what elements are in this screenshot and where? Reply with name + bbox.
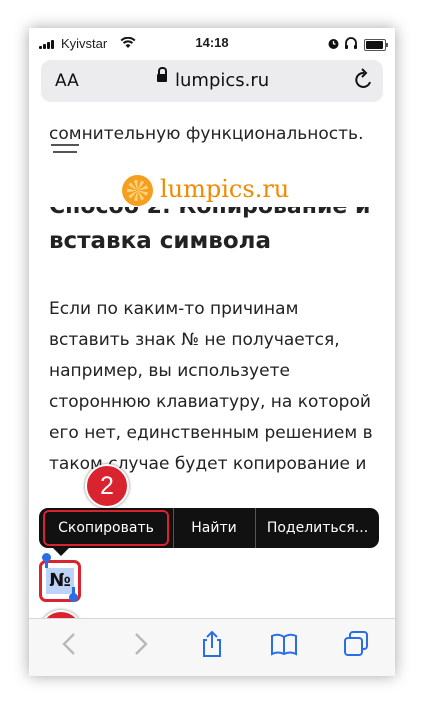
- tabs-icon[interactable]: [341, 629, 371, 659]
- phone-screen: Kyivstar 14:18 AA lumpics.ru сомнительну…: [29, 28, 395, 676]
- address-bar[interactable]: AA lumpics.ru: [41, 60, 383, 102]
- status-bar: Kyivstar 14:18: [29, 28, 395, 60]
- paragraph: Если по каким-то причинам вставить знак …: [49, 294, 373, 480]
- bookmarks-icon[interactable]: [269, 629, 299, 659]
- heading-cut-off: Способ 2: Копирование и: [49, 207, 375, 221]
- find-menu-item[interactable]: Найти: [173, 508, 255, 548]
- paragraph-line: вставить знак № не получается,: [49, 330, 340, 350]
- selection-start-handle[interactable]: [42, 553, 51, 568]
- context-menu: Скопировать Найти Поделиться...: [39, 508, 379, 548]
- text-size-button[interactable]: AA: [55, 71, 79, 91]
- bottom-toolbar: [29, 618, 395, 676]
- selected-symbol[interactable]: №: [46, 568, 74, 594]
- logo-text: lumpics.ru: [160, 175, 290, 203]
- paragraph-line: например, вы используете: [49, 361, 290, 381]
- text-underline: [51, 144, 79, 146]
- text-line: сомнительную функциональность.: [49, 124, 364, 144]
- status-time: 14:18: [195, 35, 229, 50]
- lock-icon: [157, 67, 167, 82]
- battery-icon: [364, 39, 388, 51]
- context-menu-pointer: [53, 548, 69, 556]
- orange-logo-icon: [122, 175, 153, 206]
- paragraph-line: его нет, единственным решением в: [49, 423, 373, 443]
- share-menu-item[interactable]: Поделиться...: [256, 508, 379, 548]
- share-icon[interactable]: [197, 629, 227, 659]
- headphones-icon: [345, 37, 357, 49]
- forward-icon[interactable]: [125, 629, 155, 659]
- alarm-icon: [328, 39, 339, 49]
- step-badge-2: 2: [85, 464, 129, 508]
- selection-end-handle[interactable]: [69, 587, 78, 602]
- paragraph-line: Если по каким-то причинам: [49, 299, 299, 319]
- copy-menu-item[interactable]: Скопировать: [43, 510, 169, 546]
- text-underline-2: [53, 151, 77, 153]
- back-icon[interactable]: [55, 629, 85, 659]
- reload-icon[interactable]: [353, 68, 375, 92]
- paragraph-line: стороннюю клавиатуру, на которой: [49, 392, 371, 412]
- domain-label[interactable]: lumpics.ru: [175, 70, 269, 91]
- section-heading: вставка символа: [49, 228, 272, 254]
- selected-symbol-highlight: №: [39, 553, 81, 602]
